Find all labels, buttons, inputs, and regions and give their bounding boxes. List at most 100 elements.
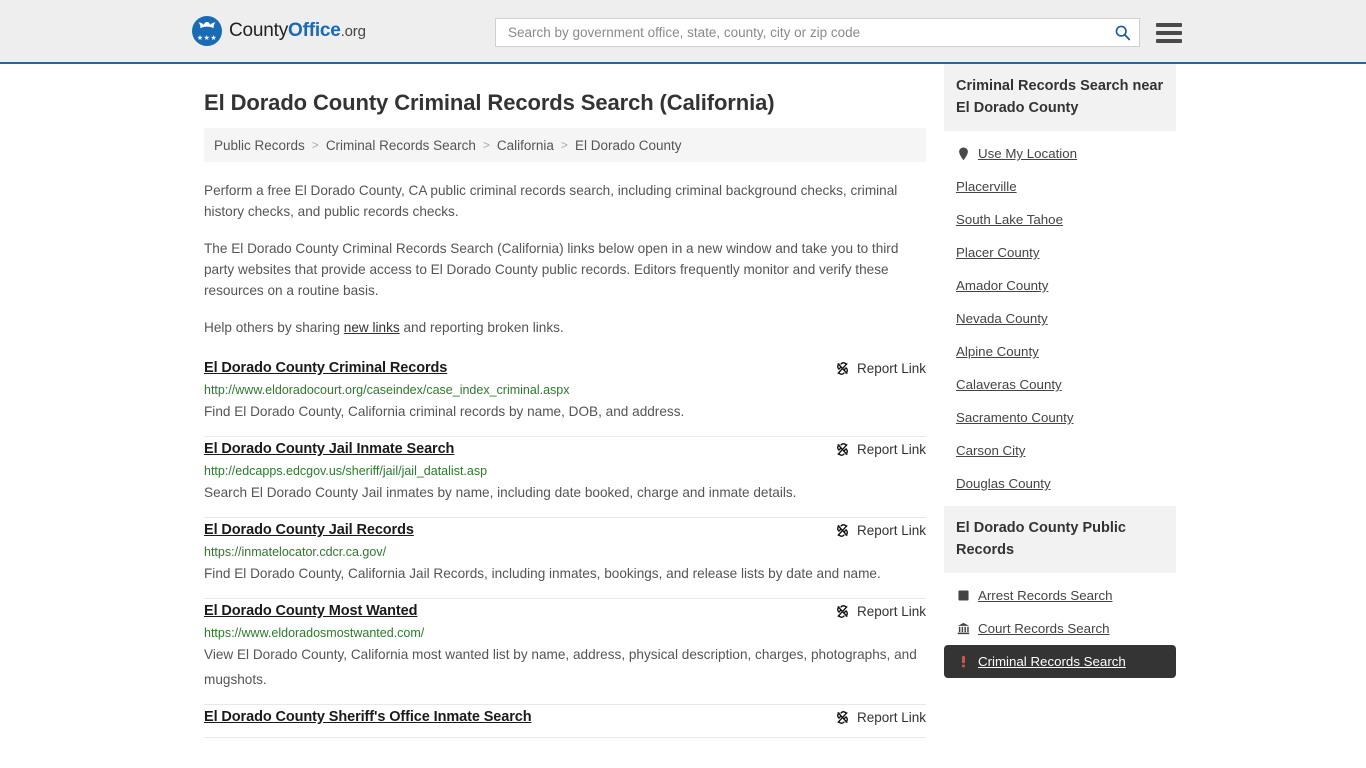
sidebar-item-douglas-county[interactable]: Douglas County: [944, 467, 1176, 500]
use-my-location-link[interactable]: Use My Location: [944, 137, 1176, 170]
sidebar: Criminal Records Search near El Dorado C…: [944, 64, 1176, 684]
result-url[interactable]: http://edcapps.edcgov.us/sheriff/jail/ja…: [204, 464, 926, 478]
breadcrumb-item-el-dorado-county[interactable]: El Dorado County: [575, 138, 682, 153]
sidebar-item-label: Criminal Records Search: [978, 654, 1126, 669]
sidebar-item-calaveras-county[interactable]: Calaveras County: [944, 368, 1176, 401]
result-item: El Dorado County Jail Inmate Search Repo…: [204, 437, 926, 518]
sidebar-item-nevada-county[interactable]: Nevada County: [944, 302, 1176, 335]
report-link-button[interactable]: Report Link: [835, 710, 926, 725]
sidebar-item-label: Douglas County: [956, 476, 1051, 491]
report-link-button[interactable]: Report Link: [835, 361, 926, 376]
logo-text-part1: County: [229, 20, 289, 41]
result-title-link[interactable]: El Dorado County Sheriff's Office Inmate…: [204, 709, 532, 725]
breadcrumb-item-california[interactable]: California: [497, 138, 554, 153]
sidebar-item-sacramento-county[interactable]: Sacramento County: [944, 401, 1176, 434]
result-item: El Dorado County Sheriff's Office Inmate…: [204, 705, 926, 738]
sidebar-item-placer-county[interactable]: Placer County: [944, 236, 1176, 269]
broken-link-icon: [836, 711, 848, 724]
sidebar-item-label: Placerville: [956, 179, 1017, 194]
sidebar-item-carson-city[interactable]: Carson City: [944, 434, 1176, 467]
breadcrumb-separator-icon: >: [311, 138, 319, 152]
search-icon[interactable]: [1114, 24, 1131, 41]
page-body: El Dorado County Criminal Records Search…: [0, 64, 1366, 738]
sidebar-item-label: South Lake Tahoe: [956, 212, 1063, 227]
broken-link-icon: [836, 443, 848, 456]
intro-paragraph-3: Help others by sharing new links and rep…: [204, 317, 926, 338]
search-area: [495, 18, 1182, 47]
broken-link-icon: [836, 605, 848, 618]
result-url[interactable]: https://inmatelocator.cdcr.ca.gov/: [204, 545, 926, 559]
hamburger-bar-3: [1156, 38, 1182, 43]
result-item: El Dorado County Most Wanted Report Link…: [204, 599, 926, 705]
report-link-label: Report Link: [856, 523, 926, 538]
nearby-links-list: Use My Location Placerville South Lake T…: [944, 131, 1176, 500]
result-header: El Dorado County Sheriff's Office Inmate…: [204, 709, 926, 725]
result-header: El Dorado County Most Wanted Report Link: [204, 603, 926, 619]
breadcrumb-item-criminal-records-search[interactable]: Criminal Records Search: [326, 138, 476, 153]
hamburger-menu-icon[interactable]: [1156, 22, 1182, 43]
broken-link-icon: [836, 362, 848, 375]
hamburger-bar-2: [1156, 30, 1182, 35]
result-title-link[interactable]: El Dorado County Jail Inmate Search: [204, 441, 454, 457]
sidebar-item-label: Nevada County: [956, 311, 1048, 326]
intro-paragraph-1: Perform a free El Dorado County, CA publ…: [204, 183, 898, 219]
new-links-link[interactable]: new links: [344, 320, 400, 335]
result-description: Find El Dorado County, California Jail R…: [204, 566, 881, 581]
public-records-links-list: Arrest Records Search Court Records Sear…: [944, 573, 1176, 678]
result-description: Search El Dorado County Jail inmates by …: [204, 485, 797, 500]
square-icon: [956, 589, 970, 603]
result-item: El Dorado County Jail Records Report Lin…: [204, 518, 926, 599]
sidebar-item-alpine-county[interactable]: Alpine County: [944, 335, 1176, 368]
nearby-search-card: Criminal Records Search near El Dorado C…: [944, 64, 1176, 500]
result-header: El Dorado County Jail Records Report Lin…: [204, 522, 926, 538]
map-pin-icon: [956, 146, 970, 161]
nearby-card-title: Criminal Records Search near El Dorado C…: [944, 64, 1176, 131]
result-title-link[interactable]: El Dorado County Most Wanted: [204, 603, 417, 619]
sidebar-item-placerville[interactable]: Placerville: [944, 170, 1176, 203]
search-input[interactable]: [506, 19, 1114, 46]
report-link-button[interactable]: Report Link: [835, 523, 926, 538]
emblem-stars: ★★★: [196, 35, 218, 42]
sidebar-item-court-records-search[interactable]: Court Records Search: [944, 612, 1176, 645]
breadcrumb-item-public-records[interactable]: Public Records: [214, 138, 305, 153]
search-box[interactable]: [495, 18, 1140, 47]
sidebar-item-amador-county[interactable]: Amador County: [944, 269, 1176, 302]
page-title: El Dorado County Criminal Records Search…: [204, 90, 775, 115]
sidebar-item-south-lake-tahoe[interactable]: South Lake Tahoe: [944, 203, 1176, 236]
results-list: El Dorado County Criminal Records Report…: [204, 360, 926, 738]
report-link-button[interactable]: Report Link: [835, 442, 926, 457]
result-description: View El Dorado County, California most w…: [204, 647, 917, 687]
logo-text-part3: .org: [340, 23, 366, 40]
site-header: ★★★ CountyOffice.org: [0, 0, 1366, 64]
sidebar-item-label: Alpine County: [956, 344, 1039, 359]
hamburger-bar-1: [1156, 22, 1182, 27]
breadcrumb-separator-icon: >: [560, 138, 568, 152]
result-url[interactable]: http://www.eldoradocourt.org/caseindex/c…: [204, 383, 926, 397]
sidebar-item-arrest-records-search[interactable]: Arrest Records Search: [944, 579, 1176, 612]
public-records-card: El Dorado County Public Records Arrest R…: [944, 506, 1176, 678]
intro-p3-after: and reporting broken links.: [399, 320, 564, 335]
intro-p3-before: Help others by sharing: [204, 320, 344, 335]
report-link-label: Report Link: [856, 361, 926, 376]
sidebar-item-label: Arrest Records Search: [978, 588, 1113, 603]
sidebar-item-label: Court Records Search: [978, 621, 1110, 636]
sidebar-item-label: Calaveras County: [956, 377, 1062, 392]
sidebar-item-label: Sacramento County: [956, 410, 1074, 425]
report-link-label: Report Link: [856, 710, 926, 725]
logo-wordmark: CountyOffice.org: [229, 20, 366, 42]
sidebar-item-label: Carson City: [956, 443, 1026, 458]
intro-text: Perform a free El Dorado County, CA publ…: [204, 180, 926, 338]
sidebar-item-criminal-records-search[interactable]: Criminal Records Search: [944, 645, 1176, 678]
report-link-button[interactable]: Report Link: [835, 604, 926, 619]
logo-text-part2: Office: [288, 20, 341, 41]
result-title-link[interactable]: El Dorado County Jail Records: [204, 522, 414, 538]
report-link-label: Report Link: [856, 604, 926, 619]
result-title-link[interactable]: El Dorado County Criminal Records: [204, 360, 447, 376]
exclamation-icon: [956, 655, 970, 669]
result-header: El Dorado County Jail Inmate Search Repo…: [204, 441, 926, 457]
result-description: Find El Dorado County, California crimin…: [204, 404, 685, 419]
result-url[interactable]: https://www.eldoradosmostwanted.com/: [204, 626, 926, 640]
site-logo[interactable]: ★★★ CountyOffice.org: [192, 16, 366, 46]
main-column: El Dorado County Criminal Records Search…: [204, 64, 926, 738]
use-my-location-label: Use My Location: [978, 146, 1078, 161]
